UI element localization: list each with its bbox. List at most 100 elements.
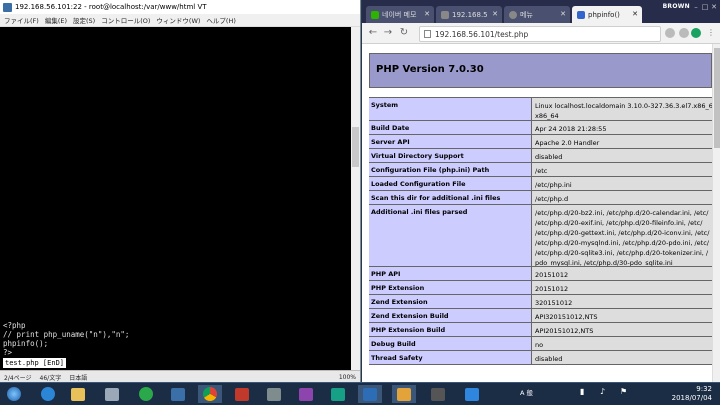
- ime-indicator[interactable]: A 般: [520, 387, 533, 397]
- row-key: Zend Extension Build: [369, 309, 532, 322]
- table-row: Scan this dir for additional .ini files /…: [369, 191, 712, 205]
- close-icon[interactable]: ✕: [492, 10, 498, 18]
- row-value: /etc/php.d: [532, 191, 712, 204]
- menu-help[interactable]: ヘルプ(H): [206, 15, 235, 25]
- table-row: PHP Extension 20151012: [369, 281, 712, 295]
- taskbar-ie[interactable]: [36, 385, 60, 403]
- status-column: 46/文字: [39, 374, 62, 382]
- menu-control[interactable]: コントロール(O): [101, 15, 150, 25]
- taskbar-teraterm[interactable]: [392, 385, 416, 403]
- taskbar-chrome[interactable]: [198, 385, 222, 403]
- browser-window: 네이버 메모 ✕ 192.168.5 ✕ 메뉴 ✕ phpinfo() ✕ BR…: [362, 0, 720, 382]
- vim-status-text: test.php [EnD]: [3, 358, 67, 368]
- terminal-scrollbar[interactable]: [351, 27, 360, 370]
- table-row: Additional .ini files parsed /etc/php.d/…: [369, 205, 712, 267]
- close-icon[interactable]: ✕: [424, 10, 430, 18]
- row-key: Zend Extension: [369, 295, 532, 308]
- taskbar-app7[interactable]: [426, 385, 450, 403]
- tab-label: 네이버 메모: [382, 10, 417, 19]
- clock-time: 9:32: [696, 385, 712, 393]
- php-version-title: PHP Version 7.0.30: [376, 64, 484, 75]
- code-block: <?php// print php_uname("n"),"n"; phpinfo…: [3, 321, 129, 357]
- page-info-icon[interactable]: [424, 30, 431, 38]
- app-icon: [267, 387, 281, 401]
- app-icon: [235, 387, 249, 401]
- tab-naver-memo[interactable]: 네이버 메모 ✕: [366, 6, 434, 23]
- close-icon[interactable]: ✕: [560, 10, 566, 18]
- code-line: <?php: [3, 321, 26, 330]
- tab-menu[interactable]: 메뉴 ✕: [504, 6, 570, 23]
- status-position: 2/4ページ: [4, 374, 32, 382]
- page-icon: [577, 10, 585, 19]
- row-value: Linux localhost.localdomain 3.10.0-327.3…: [532, 98, 712, 120]
- menu-settings[interactable]: 設定(S): [73, 15, 95, 25]
- row-value: Apache 2.0 Handler: [532, 135, 712, 148]
- menu-file[interactable]: ファイル(F): [4, 15, 39, 25]
- table-row: Zend Extension 320151012: [369, 295, 712, 309]
- profile-name[interactable]: BROWN: [663, 3, 690, 10]
- menu-edit[interactable]: 編集(E): [45, 15, 67, 25]
- code-line: ?>: [3, 348, 13, 357]
- table-row: Loaded Configuration File/etc/php.ini: [369, 177, 712, 191]
- row-key: Debug Build: [369, 337, 532, 350]
- chrome-icon: [203, 387, 217, 401]
- taskbar-app5[interactable]: [294, 385, 318, 403]
- terminal-screen[interactable]: <?php// print php_uname("n"),"n"; phpinfo…: [0, 27, 351, 370]
- extension-icon[interactable]: [691, 28, 701, 38]
- system-clock[interactable]: 9:32 2018/07/04: [672, 385, 712, 403]
- row-value: 20151012: [532, 281, 712, 294]
- close-window-icon[interactable]: ✕: [710, 3, 718, 11]
- table-row: System Linux localhost.localdomain 3.10.0…: [369, 97, 712, 121]
- forward-arrow-icon[interactable]: →: [382, 27, 394, 39]
- phpinfo-table: System Linux localhost.localdomain 3.10.0…: [369, 97, 712, 365]
- table-row: Build Date Apr 24 2018 21:28:55: [369, 121, 712, 135]
- maximize-icon[interactable]: □: [701, 3, 709, 11]
- terminal-window: 192.168.56.101:22 - root@localhost:/var/…: [0, 0, 361, 383]
- value-line: /etc/php.d/20-sqlite3.ini, /etc/php.d/20…: [535, 249, 709, 257]
- taskbar-virtualbox[interactable]: [358, 385, 382, 403]
- minimize-icon[interactable]: –: [692, 3, 700, 11]
- taskbar-app2[interactable]: [166, 385, 190, 403]
- network-icon[interactable]: ▮: [580, 387, 584, 396]
- taskbar-app4[interactable]: [262, 385, 286, 403]
- row-key: PHP Extension Build: [369, 323, 532, 336]
- tab-ip[interactable]: 192.168.5 ✕: [436, 6, 502, 23]
- taskbar-app8[interactable]: [460, 385, 484, 403]
- address-bar[interactable]: 192.168.56.101/test.php: [419, 26, 661, 42]
- status-language: 日本語: [69, 374, 88, 382]
- menu-window[interactable]: ウィンドウ(W): [156, 15, 200, 25]
- taskbar-app3[interactable]: [230, 385, 254, 403]
- terminal-menu-bar: ファイル(F) 編集(E) 設定(S) コントロール(O) ウィンドウ(W) ヘ…: [0, 14, 360, 27]
- terminal-title-bar[interactable]: 192.168.56.101:22 - root@localhost:/var/…: [0, 0, 360, 15]
- translate-icon[interactable]: [665, 28, 675, 38]
- taskbar-app6[interactable]: [326, 385, 350, 403]
- app-icon: [105, 387, 119, 401]
- page-scrollbar[interactable]: [712, 44, 720, 382]
- app-icon: [465, 387, 479, 401]
- taskbar-explorer[interactable]: [66, 385, 90, 403]
- terminal-title: 192.168.56.101:22 - root@localhost:/var/…: [15, 3, 207, 11]
- start-button[interactable]: [2, 385, 26, 403]
- row-key: Build Date: [369, 121, 532, 134]
- menu-dots-icon[interactable]: ⋮: [705, 27, 717, 39]
- taskbar-media[interactable]: [134, 385, 158, 403]
- value-line: /etc/php.d/20-bz2.ini, /etc/php.d/20-cal…: [535, 209, 709, 217]
- row-key: Additional .ini files parsed: [369, 205, 532, 266]
- clock-date: 2018/07/04: [671, 394, 712, 402]
- scroll-thumb[interactable]: [714, 48, 720, 148]
- volume-icon[interactable]: ♪: [600, 387, 605, 396]
- windows-start-icon: [7, 387, 21, 401]
- scroll-thumb[interactable]: [352, 127, 359, 167]
- flag-icon[interactable]: ⚑: [620, 387, 627, 396]
- reload-icon[interactable]: ↻: [398, 27, 410, 39]
- table-row: Server API Apache 2.0 Handler: [369, 135, 712, 149]
- tab-label: 192.168.5: [452, 10, 488, 19]
- bookmark-star-icon[interactable]: [679, 28, 689, 38]
- tab-phpinfo[interactable]: phpinfo() ✕: [572, 6, 642, 23]
- page-viewport: PHP Version 7.0.30 System Linux localhost…: [362, 44, 712, 382]
- back-arrow-icon[interactable]: ←: [367, 27, 379, 39]
- url-text[interactable]: 192.168.56.101/test.php: [435, 30, 528, 39]
- taskbar-app[interactable]: [100, 385, 124, 403]
- row-key: Scan this dir for additional .ini files: [369, 191, 532, 204]
- close-icon[interactable]: ✕: [632, 10, 638, 18]
